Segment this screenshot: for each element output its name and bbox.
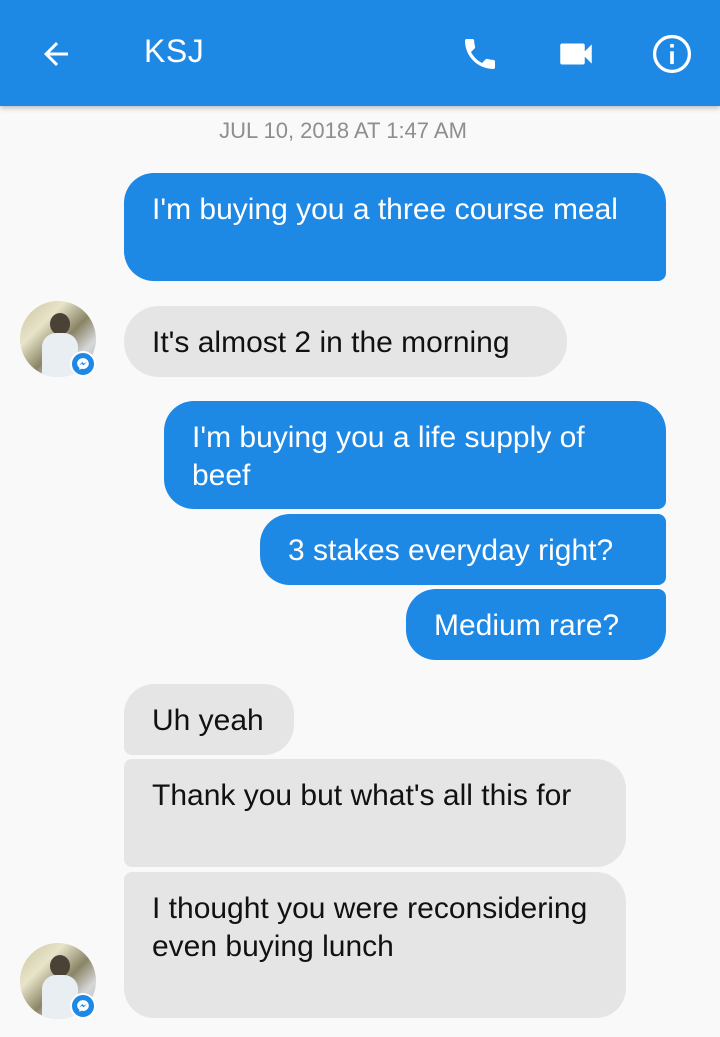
contact-avatar[interactable] <box>20 943 96 1019</box>
video-call-button[interactable] <box>550 28 602 80</box>
contact-name[interactable]: KSJ <box>144 33 204 70</box>
outgoing-message[interactable]: 3 stakes everyday right? <box>260 514 666 585</box>
app-bar: KSJ <box>0 0 720 106</box>
back-button[interactable] <box>30 28 82 80</box>
incoming-message[interactable]: Thank you but what's all this for <box>124 759 626 867</box>
contact-avatar[interactable] <box>20 301 96 377</box>
conversation-timestamp: JUL 10, 2018 AT 1:47 AM <box>219 118 467 143</box>
messenger-badge-icon <box>70 351 96 377</box>
outgoing-message[interactable]: Medium rare? <box>406 589 666 660</box>
messenger-badge-icon <box>70 993 96 1019</box>
outgoing-message[interactable]: I'm buying you a three course meal <box>124 173 666 281</box>
info-button[interactable] <box>646 28 698 80</box>
video-camera-icon <box>560 43 592 65</box>
call-button[interactable] <box>454 28 506 80</box>
incoming-message[interactable]: I thought you were reconsidering even bu… <box>124 872 626 1018</box>
arrow-back-icon <box>44 42 68 66</box>
incoming-message[interactable]: It's almost 2 in the morning <box>124 306 567 377</box>
incoming-message[interactable]: Uh yeah <box>124 684 294 755</box>
info-icon <box>652 34 692 74</box>
outgoing-message[interactable]: I'm buying you a life supply of beef <box>164 401 666 509</box>
phone-icon <box>465 39 495 69</box>
